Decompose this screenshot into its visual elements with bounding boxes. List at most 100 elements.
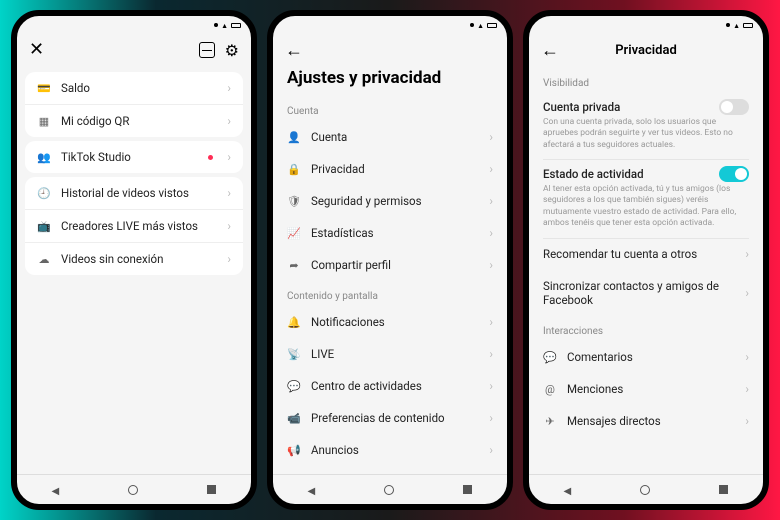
section-label-contenido: Contenido y pantalla (273, 281, 507, 306)
row-icon: 👤 (287, 130, 301, 144)
settings-row[interactable]: 👤Cuenta (273, 121, 507, 153)
content: Visibilidad Cuenta privada Con una cuent… (529, 68, 763, 474)
chevron-right-icon (745, 350, 749, 364)
row-icon: 👥 (37, 150, 51, 164)
topbar (273, 32, 507, 68)
status-bar (17, 16, 251, 32)
section-contenido: 🔔 Notificaciones 📡LIVE💬Centro de actividad… (273, 306, 507, 466)
row-label: Compartir perfil (311, 258, 479, 272)
status-dot-icon (214, 23, 218, 27)
settings-row[interactable]: 💬Centro de actividades (273, 370, 507, 402)
settings-row[interactable]: 💬Comentarios (529, 341, 763, 373)
battery-icon (487, 23, 497, 28)
android-navbar (529, 474, 763, 504)
close-icon[interactable]: ✕ (29, 41, 44, 59)
settings-row[interactable]: 🛡Seguridad y permisos (273, 185, 507, 217)
menu-row[interactable]: ▦ Mi código QR (25, 104, 243, 137)
row-icon: ✈ (543, 414, 557, 428)
chevron-right-icon (489, 258, 493, 272)
row-icon: 🔔 (287, 315, 301, 329)
menu-row[interactable]: 👥TikTok Studio (25, 141, 243, 173)
nav-home-icon[interactable] (640, 485, 650, 495)
row-label: Mensajes directos (567, 414, 735, 428)
row-label: Saldo (61, 81, 217, 95)
wifi-icon (221, 21, 228, 30)
chevron-right-icon (489, 226, 493, 240)
row-label: Estadísticas (311, 226, 479, 240)
settings-row[interactable]: 📢 Anuncios (273, 434, 507, 466)
chevron-right-icon (489, 315, 493, 329)
private-account-toggle[interactable] (719, 99, 749, 115)
card-group-2: 👥TikTok Studio (25, 141, 243, 173)
chevron-right-icon (489, 379, 493, 393)
row-label: Historial de videos vistos (61, 186, 217, 200)
battery-icon (743, 23, 753, 28)
activity-status-toggle[interactable] (719, 166, 749, 182)
settings-row[interactable]: Sincronizar contactos y amigos de Facebo… (529, 270, 763, 316)
row-icon: ▦ (37, 114, 51, 128)
private-account-title: Cuenta privada (543, 100, 620, 114)
content: Cuenta 👤Cuenta🔒Privacidad🛡Seguridad y pe… (273, 96, 507, 474)
settings-row[interactable]: ✈ Mensajes directos (529, 405, 763, 437)
settings-icon[interactable] (225, 41, 239, 60)
notification-dot-icon (208, 155, 213, 160)
row-label: Mi código QR (61, 114, 217, 128)
menu-row[interactable]: ☁Videos sin conexión (25, 242, 243, 275)
back-icon[interactable] (541, 40, 559, 61)
nav-home-icon[interactable] (384, 485, 394, 495)
nav-recent-icon[interactable] (463, 485, 472, 494)
chevron-right-icon (489, 411, 493, 425)
menu-row[interactable]: 💳 Saldo (25, 72, 243, 104)
row-label: Comentarios (567, 350, 735, 364)
page-title: Ajustes y privacidad (273, 68, 507, 96)
settings-row[interactable]: ➦Compartir perfil (273, 249, 507, 281)
row-icon: 💳 (37, 81, 51, 95)
settings-row[interactable]: 📈Estadísticas (273, 217, 507, 249)
menu-row[interactable]: 🕘Historial de videos vistos (25, 177, 243, 209)
menu-row[interactable]: 📺 Creadores LIVE más vistos (25, 209, 243, 242)
nav-back-icon[interactable] (308, 483, 316, 497)
settings-row[interactable]: Recomendar tu cuenta a otros (529, 238, 763, 270)
row-label: Seguridad y permisos (311, 194, 479, 208)
row-icon: 📺 (37, 219, 51, 233)
android-navbar (273, 474, 507, 504)
chevron-right-icon (745, 247, 749, 261)
row-label: Notificaciones (311, 315, 479, 329)
android-navbar (17, 474, 251, 504)
chevron-right-icon (227, 150, 231, 164)
nav-back-icon[interactable] (52, 483, 60, 497)
scan-icon[interactable] (199, 42, 215, 58)
row-label: Creadores LIVE más vistos (61, 219, 217, 233)
settings-row[interactable]: 📹Preferencias de contenido (273, 402, 507, 434)
nav-recent-icon[interactable] (719, 485, 728, 494)
section-label-visibilidad: Visibilidad (529, 68, 763, 93)
row-label: Videos sin conexión (61, 252, 217, 266)
settings-row[interactable]: 🔔 Notificaciones (273, 306, 507, 338)
row-icon: 🔒 (287, 162, 301, 176)
wifi-icon (477, 21, 484, 30)
row-label: Anuncios (311, 443, 479, 457)
topbar: Privacidad (529, 32, 763, 68)
activity-status-desc: Al tener esta opción activada, tú y tus … (543, 184, 749, 230)
back-icon[interactable] (285, 40, 303, 61)
row-label: LIVE (311, 347, 479, 361)
chevron-right-icon (227, 252, 231, 266)
status-bar (529, 16, 763, 32)
phone-2: Ajustes y privacidad Cuenta 👤Cuenta🔒Priv… (267, 10, 513, 510)
wifi-icon (733, 21, 740, 30)
settings-row[interactable]: 📡LIVE (273, 338, 507, 370)
card-group-1: 💳 Saldo ▦ Mi código QR (25, 72, 243, 137)
content: 💳 Saldo ▦ Mi código QR 👥TikTok Studio 🕘Hist… (17, 68, 251, 474)
nav-recent-icon[interactable] (207, 485, 216, 494)
row-label: Recomendar tu cuenta a otros (543, 247, 735, 261)
settings-row[interactable]: 🔒Privacidad (273, 153, 507, 185)
row-icon: 📢 (287, 443, 301, 457)
nav-back-icon[interactable] (564, 483, 572, 497)
phone-3: Privacidad Visibilidad Cuenta privada Co… (523, 10, 769, 510)
settings-row[interactable]: @Menciones (529, 373, 763, 405)
section-cuenta: 👤Cuenta🔒Privacidad🛡Seguridad y permisos📈… (273, 121, 507, 281)
row-label: Centro de actividades (311, 379, 479, 393)
phone-1: ✕ 💳 Saldo ▦ Mi código QR 👥TikTok Studio 🕘Hi… (11, 10, 257, 510)
nav-home-icon[interactable] (128, 485, 138, 495)
card-group-3: 🕘Historial de videos vistos 📺 Creadores LI… (25, 177, 243, 275)
